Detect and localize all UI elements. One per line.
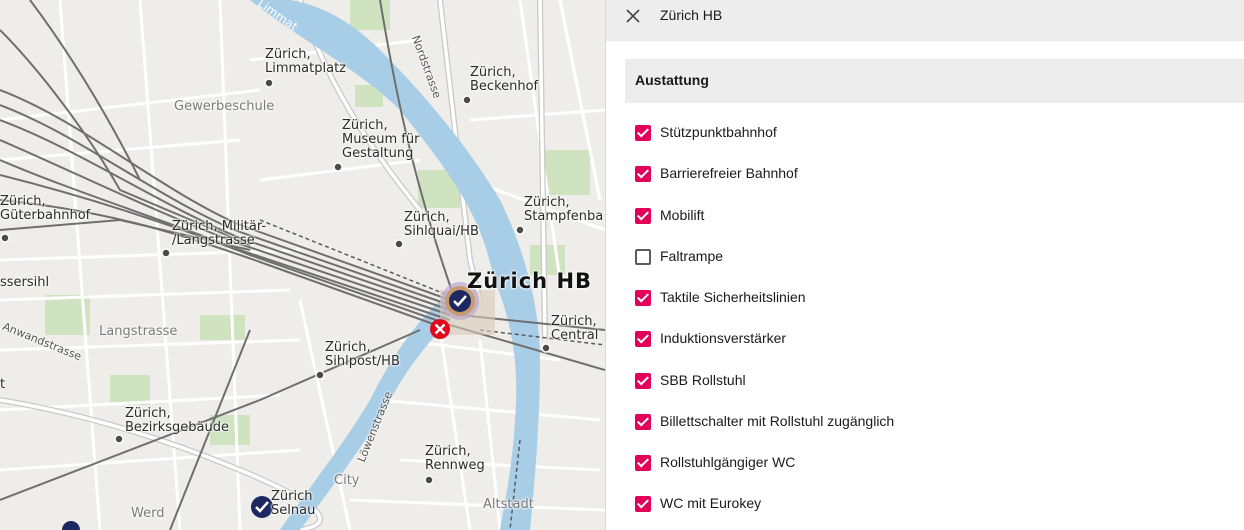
- stop-dot: [264, 78, 274, 88]
- map-label: Zürich, Limmatplatz: [265, 47, 346, 76]
- map-label: Zürich, Sihlpost/HB: [325, 340, 400, 369]
- map-label: Langstrasse: [99, 324, 178, 339]
- stop-dot: [333, 162, 343, 172]
- checkbox[interactable]: [635, 249, 651, 265]
- stop-dot: [515, 225, 525, 235]
- checkbox-item[interactable]: Billettschalter mit Rollstuhl zugänglich: [635, 410, 1235, 434]
- panel-header: Zürich HB: [606, 0, 1244, 41]
- map-label: Zürich Selnau: [271, 489, 316, 518]
- checkbox-label: Billettschalter mit Rollstuhl zugänglich: [660, 413, 895, 429]
- checkbox-item[interactable]: Stützpunktbahnhof: [635, 121, 1235, 145]
- checkbox-label: Taktile Sicherheitslinien: [660, 289, 806, 305]
- map-label: Zürich, Central: [551, 314, 599, 343]
- checkbox-label: Rollstuhlgängiger WC: [660, 454, 796, 470]
- checkbox-item[interactable]: Barrierefreier Bahnhof: [635, 162, 1235, 186]
- panel-title: Zürich HB: [660, 7, 723, 23]
- stop-dot: [161, 248, 171, 258]
- checkbox[interactable]: [635, 455, 651, 471]
- map-label: Zürich, Stampfenba: [524, 195, 604, 224]
- station-marker[interactable]: [62, 521, 80, 530]
- checkbox-label: SBB Rollstuhl: [660, 372, 746, 388]
- map-label: Zürich, Güterbahnhof: [0, 194, 91, 223]
- stop-dot: [462, 95, 472, 105]
- checkbox[interactable]: [635, 496, 651, 512]
- map-label: Gewerbeschule: [174, 99, 275, 114]
- checkbox-label: Faltrampe: [660, 248, 724, 264]
- park-area: [200, 315, 245, 340]
- inaccessible-marker[interactable]: [430, 319, 450, 339]
- checkbox-label: WC mit Eurokey: [660, 495, 762, 511]
- section-header-austattung[interactable]: Austattung: [625, 59, 1244, 103]
- map-label: Zürich, Museum für Gestaltung: [342, 118, 420, 161]
- checkbox-item[interactable]: Induktionsverstärker: [635, 327, 1235, 351]
- park-area: [110, 375, 150, 405]
- checkbox[interactable]: [635, 208, 651, 224]
- checkbox-item[interactable]: SBB Rollstuhl: [635, 369, 1235, 393]
- checkbox-label: Stützpunktbahnhof: [660, 124, 777, 140]
- checkbox[interactable]: [635, 290, 651, 306]
- section-title: Austattung: [635, 72, 709, 88]
- checkbox-item[interactable]: Rollstuhlgängiger WC: [635, 451, 1235, 475]
- stop-dot: [394, 239, 404, 249]
- map-label: ssersihl: [0, 275, 50, 290]
- close-icon[interactable]: [624, 7, 642, 25]
- map-label: Altstadt: [483, 497, 534, 512]
- stop-dot: [424, 475, 434, 485]
- station-details-panel: Zürich HB Austattung Stützpunktbahnhof B…: [605, 0, 1244, 530]
- checkbox[interactable]: [635, 125, 651, 141]
- map-label: t: [0, 377, 6, 392]
- checkbox[interactable]: [635, 414, 651, 430]
- checkbox-label: Induktionsverstärker: [660, 330, 787, 346]
- checkbox[interactable]: [635, 373, 651, 389]
- map-label: Zürich, Sihlquai/HB: [404, 210, 479, 239]
- checkbox-label: Mobilift: [660, 207, 705, 223]
- checkbox[interactable]: [635, 331, 651, 347]
- checkbox-item[interactable]: Mobilift: [635, 204, 1235, 228]
- selnau-station-marker[interactable]: [251, 496, 273, 518]
- map-label: City: [334, 473, 360, 488]
- map-label: Zürich, Militär- /Langstrasse: [172, 219, 267, 248]
- map-label: Zürich, Beckenhof: [470, 65, 539, 94]
- checkbox[interactable]: [635, 166, 651, 182]
- map-label: Werd: [131, 506, 165, 521]
- park-area: [545, 150, 590, 195]
- map-label: Zürich, Rennweg: [425, 444, 485, 473]
- map-label: Zürich, Bezirksgebäude: [125, 406, 229, 435]
- stop-dot: [0, 233, 10, 243]
- checkbox-item[interactable]: Faltrampe: [635, 245, 1235, 269]
- stop-dot: [315, 370, 325, 380]
- checkbox-item[interactable]: Taktile Sicherheitslinien: [635, 286, 1235, 310]
- checkbox-label: Barrierefreier Bahnhof: [660, 165, 798, 181]
- stop-dot: [114, 434, 124, 444]
- stop-dot: [541, 343, 551, 353]
- map-label-hb: Zürich HB: [467, 269, 593, 293]
- map-view[interactable]: Limmat Nordstrasse Zürich, Limmatplatz Z…: [0, 0, 605, 530]
- checkbox-item[interactable]: WC mit Eurokey: [635, 492, 1235, 516]
